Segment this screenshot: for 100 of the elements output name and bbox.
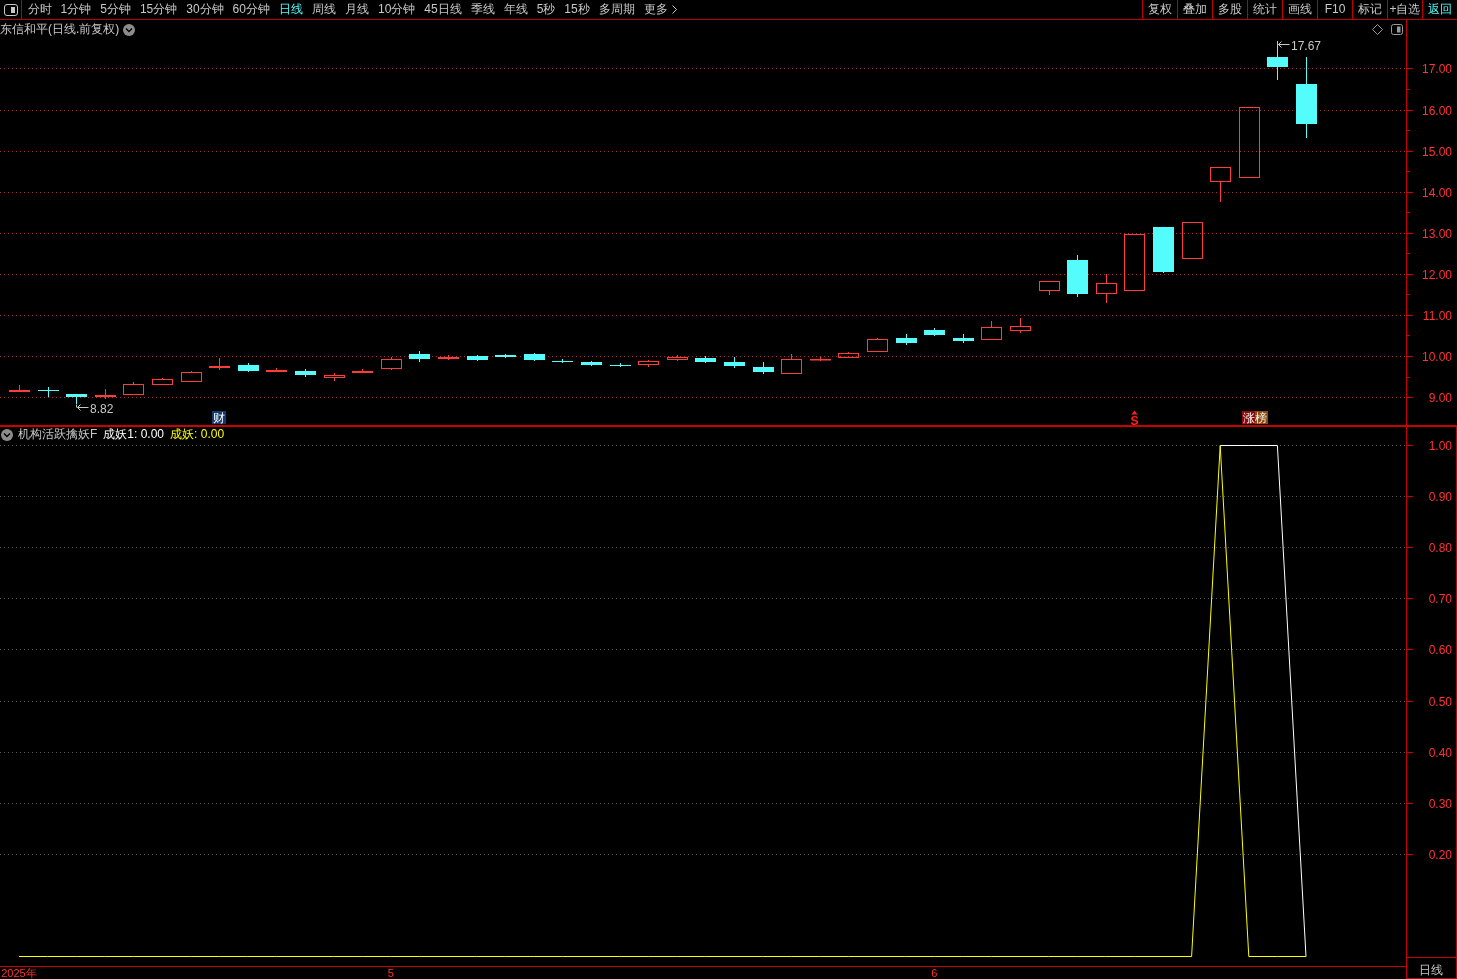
period-tab[interactable]: 月线	[340, 0, 374, 19]
up-arrow-icon	[1131, 410, 1138, 415]
candlestick	[781, 353, 802, 375]
candlestick	[1124, 233, 1145, 292]
period-tab[interactable]: 日线	[274, 0, 308, 19]
price-annotation: 8.82	[76, 401, 114, 416]
period-tab[interactable]: 季线	[466, 0, 500, 19]
period-label: 日线	[1406, 957, 1457, 979]
candlestick	[610, 362, 631, 368]
tool-button[interactable]: 复权	[1142, 0, 1177, 19]
candlestick	[896, 333, 917, 346]
axis-label: 0.60	[1428, 642, 1452, 657]
panel-toggle-icon[interactable]	[1391, 24, 1403, 35]
candlestick	[95, 388, 116, 400]
candlestick	[667, 354, 688, 362]
candlestick	[9, 384, 30, 393]
candlestick	[266, 367, 287, 373]
axis-label: 12.00	[1421, 267, 1452, 282]
finance-marker: 财	[212, 411, 226, 425]
tool-button[interactable]: +自选	[1387, 0, 1422, 19]
period-tab[interactable]: 周线	[307, 0, 341, 19]
axis-label: 2025年	[1, 967, 37, 979]
candlestick	[1039, 280, 1060, 296]
period-tab[interactable]: 5秒	[532, 0, 560, 19]
diamond-icon[interactable]	[1372, 24, 1383, 35]
candlestick	[753, 361, 774, 375]
candlestick	[1182, 221, 1203, 260]
price-annotation: 17.67	[1277, 38, 1322, 53]
period-tab[interactable]: 60分钟	[228, 0, 275, 19]
axis-label: 16.00	[1421, 103, 1452, 118]
candlestick	[438, 354, 459, 361]
candlestick	[295, 368, 316, 378]
axis-label: 0.80	[1428, 540, 1452, 555]
annotation: 8.82	[90, 401, 114, 416]
period-tab[interactable]: 年线	[499, 0, 533, 19]
period-tab[interactable]: 15秒	[559, 0, 595, 19]
axis-label: 17.00	[1421, 61, 1452, 76]
back-button[interactable]: 返回	[1422, 0, 1457, 19]
period-tab[interactable]: 30分钟	[181, 0, 229, 19]
candlestick	[1010, 317, 1031, 334]
period-tab[interactable]: 1分钟	[56, 0, 96, 19]
candlestick	[467, 354, 488, 362]
chevron-down-circle-icon[interactable]	[1, 428, 13, 441]
annotation: 17.67	[1291, 38, 1322, 53]
tool-button[interactable]: 画线	[1282, 0, 1317, 19]
candlestick	[838, 351, 859, 359]
axis-label: 0.20	[1428, 847, 1452, 862]
more-button[interactable]: 更多	[639, 0, 682, 19]
candlestick	[1153, 226, 1174, 274]
candlestick	[867, 337, 888, 353]
chevron-down-circle-icon[interactable]	[123, 23, 136, 36]
axis-label: 0.40	[1428, 745, 1452, 760]
axis-label: 1.00	[1428, 438, 1452, 453]
axis-label: 10.00	[1421, 349, 1452, 364]
candlestick	[38, 386, 59, 398]
axis-label: 11.00	[1422, 308, 1452, 323]
signal-marker: S	[1130, 413, 1139, 426]
candlestick	[381, 356, 402, 371]
candlestick	[638, 359, 659, 368]
candlestick	[724, 356, 745, 369]
candlestick	[1096, 273, 1117, 304]
axis-label: 14.00	[1421, 185, 1452, 200]
axis-label: 13.00	[1421, 226, 1452, 241]
axis-label: 6	[931, 967, 938, 979]
candlestick	[152, 377, 173, 386]
candlestick	[181, 370, 202, 383]
axis-label: 9.00	[1428, 390, 1452, 405]
tool-button[interactable]: 叠加	[1177, 0, 1212, 19]
candlestick	[810, 356, 831, 362]
chevron-right-icon	[671, 5, 677, 14]
candlestick	[1267, 40, 1288, 81]
candlestick	[409, 350, 430, 363]
axis-label: 5	[387, 967, 394, 979]
period-tab[interactable]: 多周期	[594, 0, 640, 19]
axis-label: 0.50	[1428, 694, 1452, 709]
tool-button[interactable]: 统计	[1247, 0, 1282, 19]
axis-label: 0.90	[1428, 489, 1452, 504]
period-tab[interactable]: 10分钟	[373, 0, 420, 19]
period-tab[interactable]: 分时	[23, 0, 56, 19]
indicator-name: 机构活跃擒妖F	[18, 427, 98, 442]
period-tab[interactable]: 45日线	[419, 0, 467, 19]
candlestick	[238, 362, 259, 373]
axis-label: 0.30	[1428, 796, 1452, 811]
period-tab[interactable]: 5分钟	[95, 0, 136, 19]
tool-button[interactable]: 多股	[1212, 0, 1247, 19]
chart-title: 东信和平(日线.前复权)	[0, 22, 120, 37]
candlestick	[1067, 254, 1088, 298]
axis-label: 15.00	[1421, 144, 1452, 159]
candlestick	[1210, 166, 1231, 203]
candlestick	[324, 372, 345, 382]
tool-button[interactable]: F10	[1317, 0, 1352, 19]
candlestick	[953, 333, 974, 344]
candlestick	[924, 327, 945, 337]
tool-button[interactable]: 标记	[1352, 0, 1387, 19]
candlestick	[66, 393, 87, 405]
period-tab[interactable]: 15分钟	[135, 0, 182, 19]
candlestick	[552, 358, 573, 364]
candlestick	[123, 381, 144, 396]
axis-label: 0.70	[1428, 591, 1452, 606]
candlestick	[524, 352, 545, 362]
